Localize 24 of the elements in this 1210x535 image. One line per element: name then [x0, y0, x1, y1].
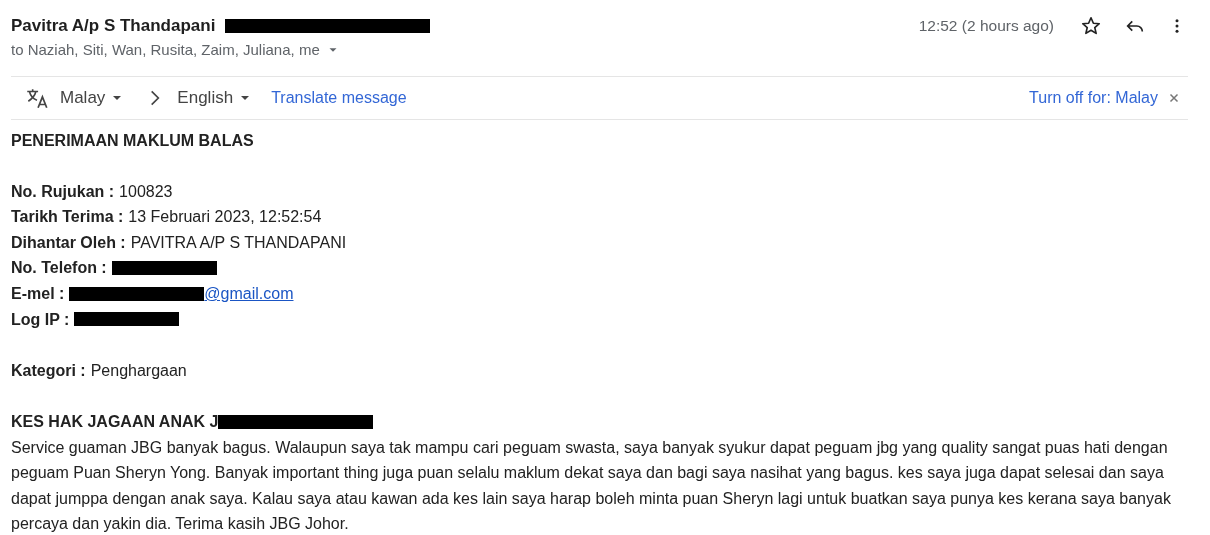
field-value: 100823 — [119, 181, 173, 202]
star-icon[interactable] — [1080, 15, 1102, 37]
message-paragraph: Service guaman JBG banyak bagus. Walaupun saya tak mampu cari peguam swasta, saya banyak syukur dapat peguam jbg yang quality sangat puas hati dengan peguam Puan Sheryn Yong. Banyak important thing juga puan selalu maklum dekat saya dan bagi saya nasihat yang bagus. kes saya juga dapat selesai dan saya dapat jumppa dengan anak saya. Kalau saya atau kawan ada kes lain saya harap boleh minta puan Sheryn lagi untuk buatkan saya punya kes kerana saya banyak percaya dan yakin dia. Terima kasih JBG Johor. — [11, 437, 1172, 535]
timestamp: 12:52 (2 hours ago) — [918, 16, 1054, 37]
turn-off-link[interactable]: Turn off for: Malay — [1029, 85, 1158, 110]
language-dropdown[interactable]: English — [177, 84, 252, 111]
email-title: PENERIMAAN MAKLUM BALAS — [11, 130, 255, 151]
field-label: Dihantar Oleh : — [11, 232, 126, 253]
close-icon[interactable] — [1168, 91, 1180, 104]
field-label: E-mel : — [11, 284, 65, 305]
field-value: PAVITRA A/P S THANDAPANI — [130, 232, 347, 253]
email-link[interactable]: @gmail.com — [204, 281, 294, 307]
field-label: Kategori : — [11, 360, 86, 381]
field-value: 13 Februari 2023, 12:52:54 — [128, 207, 322, 228]
language-dropdown[interactable]: Malay — [60, 84, 124, 111]
recipients-text: to Naziah, Siti, Wan, Rusita, Zaim, Juliana, me — [11, 40, 320, 60]
subject-heading: KES HAK JAGAAN ANAK J — [11, 412, 219, 433]
field-label: Log IP : — [11, 309, 70, 330]
field-value: Penghargaan — [90, 360, 187, 381]
sender-name: Pavitra A/p S Thandapani — [11, 15, 216, 38]
field-label: No. Rujukan : — [11, 181, 115, 202]
field-label: No. Telefon : — [11, 258, 107, 279]
translate-link[interactable]: Translate message — [271, 85, 407, 110]
field-label: Tarikh Terima : — [11, 207, 124, 228]
